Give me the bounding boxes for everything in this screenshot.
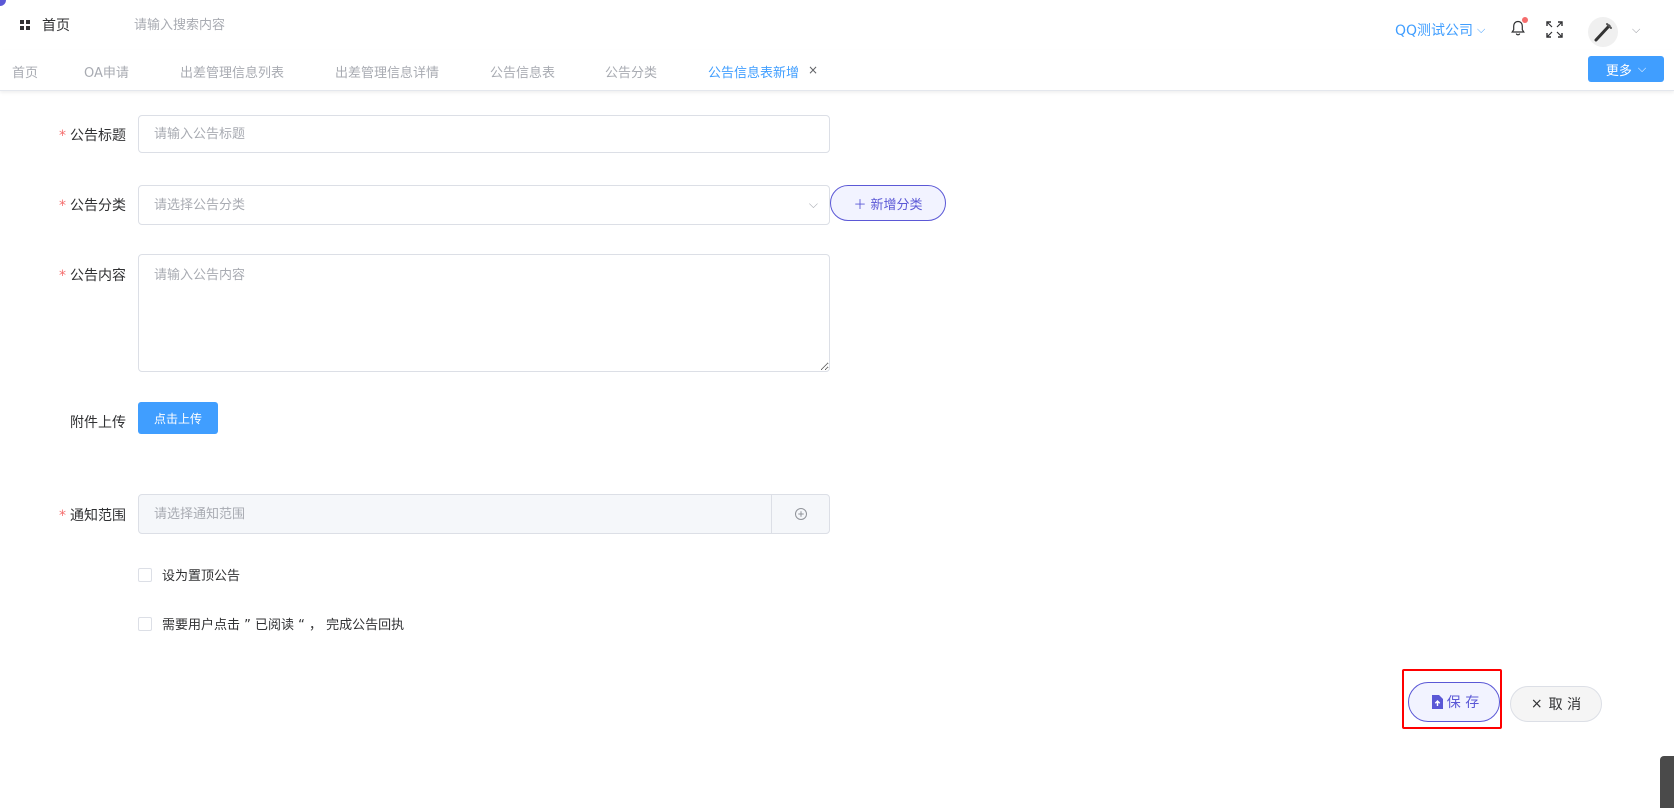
notification-dot [1522,17,1528,23]
required-mark: * [59,508,66,524]
content-textarea[interactable] [138,254,830,372]
category-select[interactable]: ⌵ [138,185,830,225]
chevron-down-icon: ⌵ [808,197,818,211]
required-mark: * [59,268,66,284]
add-category-button[interactable]: ＋ 新增分类 [830,185,946,221]
tab-notice-add[interactable]: 公告信息表新增 [708,62,799,81]
plus-icon: ＋ [853,197,867,213]
category-label: * 公告分类 [59,198,126,214]
scope-label: * 通知范围 [59,508,126,524]
more-button-label: 更多 [1605,63,1632,79]
save-button-label: 保 存 [1446,695,1480,711]
company-switcher[interactable]: QQ测试公司 ⌵ [1395,20,1485,40]
save-button[interactable]: 保 存 [1408,682,1500,722]
scope-select-button[interactable] [771,495,829,533]
scope-field [138,494,830,534]
category-select-input[interactable] [138,185,830,225]
close-icon: × [1530,696,1543,712]
tab-notice-category[interactable]: 公告分类 [605,62,657,81]
tab-travel-detail[interactable]: 出差管理信息详情 [335,62,439,81]
chevron-down-icon: ⌵ [1637,62,1647,75]
grid-icon[interactable] [20,20,30,30]
search-input[interactable] [132,12,396,38]
avatar[interactable] [1588,17,1618,47]
scope-input[interactable] [139,495,773,533]
receipt-checkbox[interactable]: 需要用户点击 ” 已阅读 “ ， 完成公告回执 [138,614,404,633]
tab-oa-apply[interactable]: OA申请 [84,62,129,81]
required-mark: * [59,128,66,144]
content-label: * 公告内容 [59,268,126,284]
home-link[interactable]: 首页 [42,15,70,35]
cancel-button-label: 取 消 [1548,697,1582,713]
close-icon[interactable]: × [808,63,818,77]
chevron-down-icon: ⌵ [1477,23,1486,36]
add-category-label: 新增分类 [870,197,923,213]
fullscreen-icon[interactable] [1546,21,1563,38]
tab-bar: 首页 OA申请 出差管理信息列表 出差管理信息详情 公告信息表 公告分类 公告信… [0,50,1674,91]
checkbox-box[interactable] [138,616,152,631]
file-upload-icon [1431,695,1443,709]
tab-notice-table[interactable]: 公告信息表 [490,62,555,81]
chevron-down-icon[interactable]: ⌵ [1632,23,1640,37]
cancel-button[interactable]: × 取 消 [1510,686,1602,722]
tab-travel-list[interactable]: 出差管理信息列表 [180,62,284,81]
receipt-checkbox-label: 需要用户点击 ” 已阅读 “ ， 完成公告回执 [162,618,405,633]
required-mark: * [59,198,66,214]
more-button[interactable]: 更多 ⌵ [1588,56,1664,82]
scrollbar-thumb[interactable] [1660,756,1674,808]
avatar-image [1594,23,1612,42]
title-label: * 公告标题 [59,128,126,144]
pin-checkbox[interactable]: 设为置顶公告 [138,565,240,584]
title-input[interactable] [138,115,830,153]
checkbox-box[interactable] [138,567,152,582]
attachment-label: 附件上传 [70,415,126,431]
company-name: QQ测试公司 [1395,23,1474,39]
plus-circle-icon [794,508,807,520]
upload-button[interactable]: 点击上传 [138,402,218,434]
pin-checkbox-label: 设为置顶公告 [162,569,241,584]
top-header: 首页 QQ测试公司 ⌵ ⌵ [0,0,1674,50]
tab-home[interactable]: 首页 [12,62,38,81]
